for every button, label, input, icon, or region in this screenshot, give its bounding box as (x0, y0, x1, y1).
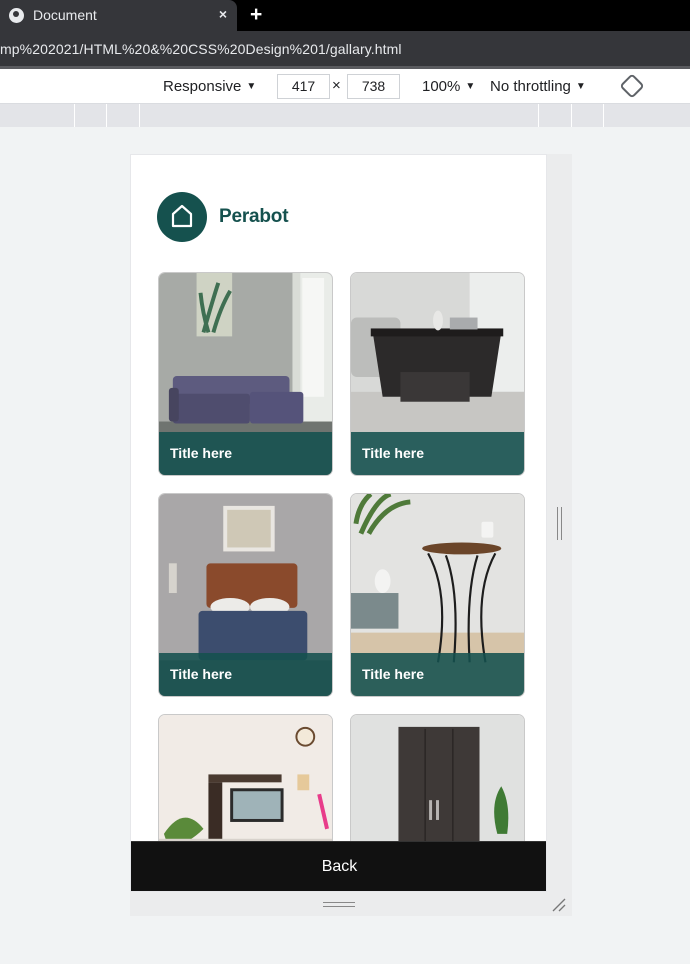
brand-name: Perabot (219, 206, 289, 227)
tab-title: Document (33, 7, 97, 23)
dimension-separator: × (332, 77, 341, 94)
ruler-tick (106, 104, 107, 127)
globe-icon (9, 8, 24, 23)
device-toolbar: Responsive ▼ 417 × 738 100% ▼ No throttlin… (0, 69, 690, 104)
card-title: Title here (351, 653, 524, 696)
gallery-card-sofa[interactable]: Title here (158, 272, 333, 476)
address-bar[interactable]: mp%202021/HTML%20&%20CSS%20Design%201/ga… (0, 31, 690, 69)
tab-close-button[interactable]: × (219, 6, 227, 22)
zoom-select-label: 100% (422, 78, 461, 95)
device-select-label: Responsive (163, 78, 242, 95)
ruler-tick (74, 104, 75, 127)
throttling-select[interactable]: No throttling ▼ (490, 78, 586, 95)
dropdown-arrow-icon: ▼ (575, 81, 586, 92)
device-viewport: Perabot Title here Title here Title here… (130, 154, 547, 892)
resize-handle-right[interactable] (557, 507, 562, 540)
new-tab-button[interactable]: + (250, 3, 262, 27)
resize-handle-corner[interactable] (551, 897, 566, 912)
resize-handle-bottom[interactable] (323, 902, 355, 907)
browser-tab[interactable]: Document × (0, 0, 237, 31)
logo[interactable] (157, 192, 207, 242)
height-input[interactable]: 738 (347, 74, 400, 99)
zoom-select[interactable]: 100% ▼ (422, 78, 475, 95)
throttling-select-label: No throttling (490, 78, 571, 95)
card-title: Title here (351, 432, 524, 475)
gallery-card-side-table[interactable]: Title here (350, 493, 525, 697)
ruler-tick (139, 104, 140, 127)
media-query-ruler[interactable] (0, 104, 690, 127)
browser-tab-strip: Document × + (0, 0, 690, 31)
home-icon (171, 204, 193, 228)
dropdown-arrow-icon: ▼ (465, 81, 476, 92)
device-select[interactable]: Responsive ▼ (163, 78, 256, 95)
width-input[interactable]: 417 (277, 74, 330, 99)
gallery-card-bedroom[interactable]: Title here (158, 493, 333, 697)
ruler-tick (538, 104, 539, 127)
back-button[interactable]: Back (131, 841, 546, 891)
card-title: Title here (159, 432, 332, 475)
ruler-tick (571, 104, 572, 127)
ruler-tick (603, 104, 604, 127)
url-text[interactable]: mp%202021/HTML%20&%20CSS%20Design%201/ga… (0, 41, 402, 57)
card-title: Title here (159, 653, 332, 696)
gallery-card-coffee-table[interactable]: Title here (350, 272, 525, 476)
dropdown-arrow-icon: ▼ (246, 81, 257, 92)
